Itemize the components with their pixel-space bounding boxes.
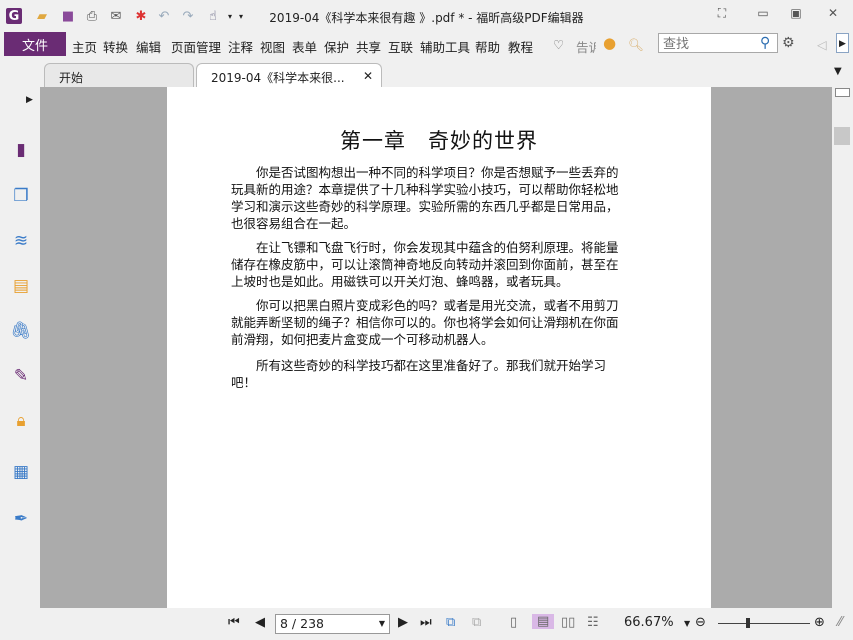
gear-icon[interactable]: ⚙ bbox=[782, 35, 795, 51]
paragraph: 在让飞镖和飞盘飞行时，你会发现其中蕴含的伯努利原理。将能量 储存在橡皮筋中，可以… bbox=[231, 239, 651, 290]
zoom-out-icon[interactable]: ⊖ bbox=[695, 615, 706, 630]
expand-panel-icon[interactable]: ▶ bbox=[26, 95, 33, 105]
text-line: 上坡时也是如此。用磁铁可以开关灯泡、蜂鸣器，或者玩具。 bbox=[231, 274, 569, 289]
zoom-slider-thumb[interactable] bbox=[746, 618, 750, 628]
menu-edit[interactable]: 编辑 bbox=[136, 37, 161, 56]
text-line: 玩具新的用途？本章提供了十几种科学实验小技巧，可以帮助你轻松地 bbox=[231, 182, 619, 197]
next-page-icon[interactable]: ▶ bbox=[398, 615, 408, 630]
tab-document[interactable]: 2019-04《科学本来很... ✕ bbox=[196, 63, 382, 87]
heart-icon[interactable]: ● bbox=[603, 34, 616, 52]
facing-pages-icon[interactable]: ▯▯ bbox=[561, 615, 575, 630]
next-view-icon[interactable]: ⧉ bbox=[472, 615, 481, 630]
menu-comment[interactable]: 注释 bbox=[228, 37, 253, 56]
last-page-icon[interactable]: ⏭ bbox=[420, 615, 432, 630]
scroll-right-icon[interactable]: ▶ bbox=[836, 33, 849, 53]
text-line: 在让飞镖和飞盘飞行时，你会发现其中蕴含的伯努利原理。将能量 bbox=[231, 240, 619, 255]
file-menu-button[interactable]: 文件 bbox=[4, 32, 66, 56]
page-number-input[interactable]: 8 / 238 ▼ bbox=[275, 614, 390, 634]
menu-protect[interactable]: 保护 bbox=[324, 37, 349, 56]
scroll-left-icon[interactable]: ◁ bbox=[817, 37, 827, 52]
menu-share[interactable]: 共享 bbox=[356, 37, 381, 56]
menu-form[interactable]: 表单 bbox=[292, 37, 317, 56]
close-button[interactable]: ✕ bbox=[822, 6, 844, 22]
zoom-slider[interactable] bbox=[718, 623, 810, 624]
zoom-in-icon[interactable]: ⊕ bbox=[814, 615, 825, 630]
comments-icon[interactable]: ▤ bbox=[10, 275, 32, 297]
lightbulb-icon: ♡ bbox=[553, 37, 565, 52]
menu-convert[interactable]: 转换 bbox=[103, 37, 128, 56]
paragraph: 所有这些奇妙的科学技巧都在这里准备好了。那我们就开始学习 吧！ bbox=[231, 357, 651, 391]
text-line: 所有这些奇妙的科学技巧都在这里准备好了。那我们就开始学习 bbox=[231, 358, 607, 373]
tab-label: 开始 bbox=[59, 71, 84, 85]
paragraph: 你是否试图构想出一种不同的科学项目？你是否想赋予一些丢弃的 玩具新的用途？本章提… bbox=[231, 164, 651, 232]
menu-help[interactable]: 帮助 bbox=[475, 37, 500, 56]
attachment-icon[interactable]: 🖇︎ bbox=[10, 320, 32, 342]
layers-icon[interactable]: ≋ bbox=[10, 230, 32, 252]
menu-connect[interactable]: 互联 bbox=[388, 37, 413, 56]
page-number-value: 8 / 238 bbox=[280, 616, 324, 631]
paragraph: 你可以把黑白照片变成彩色的吗？或者是用光交流，或者不用剪刀 就能弄断坚韧的绳子？… bbox=[231, 297, 651, 348]
menu-home[interactable]: 主页 bbox=[72, 37, 97, 56]
previous-view-icon[interactable]: ⧉ bbox=[446, 615, 455, 630]
resize-grip-icon[interactable]: ⁄⁄ bbox=[838, 615, 842, 630]
text-line: 就能弄断坚韧的绳子？相信你可以的。你也将学会如何让滑翔机在你面 bbox=[231, 315, 619, 330]
close-tab-icon[interactable]: ✕ bbox=[363, 69, 373, 83]
lock-icon[interactable]: 🔒︎ bbox=[10, 410, 32, 432]
chevron-down-icon[interactable]: ▼ bbox=[379, 619, 385, 628]
tell-me-label[interactable]: 告诉 bbox=[576, 37, 596, 56]
tab-start[interactable]: 开始 bbox=[44, 63, 194, 87]
tab-label: 2019-04《科学本来很... bbox=[211, 71, 345, 85]
text-line: 你可以把黑白照片变成彩色的吗？或者是用光交流，或者不用剪刀 bbox=[231, 298, 619, 313]
fullscreen-icon[interactable]: ⛶ bbox=[711, 6, 733, 22]
vertical-scrollbar[interactable] bbox=[832, 87, 853, 608]
zoom-dropdown-icon[interactable]: ▼ bbox=[684, 619, 690, 628]
menu-tutorial[interactable]: 教程 bbox=[508, 37, 533, 56]
scroll-up-icon[interactable] bbox=[835, 88, 850, 97]
maximize-button[interactable]: ▣ bbox=[785, 6, 807, 22]
menu-view[interactable]: 视图 bbox=[260, 37, 285, 56]
menu-accessibility[interactable]: 辅助工具 bbox=[420, 37, 470, 56]
search-icon[interactable]: ⚲ bbox=[760, 35, 770, 51]
text-line: 储存在橡皮筋中，可以让滚筒神奇地反向转动并滚回到你面前，甚至在 bbox=[231, 257, 619, 272]
chapter-heading: 第一章 奇妙的世界 bbox=[340, 129, 538, 153]
scrollbar-thumb[interactable] bbox=[834, 127, 850, 145]
menu-page-management[interactable]: 页面管理 bbox=[171, 37, 221, 56]
pdf-page: 第一章 奇妙的世界 你是否试图构想出一种不同的科学项目？你是否想赋予一些丢弃的 … bbox=[167, 87, 711, 608]
page-thumbnail-icon[interactable]: ▮ bbox=[10, 139, 32, 161]
continuous-page-icon[interactable]: ▤ bbox=[532, 614, 555, 629]
title-bar: G ▰ ■ ⎙ ✉ ✱ ↶ ↷ ☝ ▾ ▾ 2019-04《科学本来很有趣 》.… bbox=[0, 0, 853, 32]
navigation-sidebar: ▶ ▮ ❐ ≋ ▤ 🖇︎ ✎ 🔒︎ ▦ ✒ bbox=[0, 87, 40, 608]
form-fields-icon[interactable]: ▦ bbox=[10, 461, 32, 483]
folder-search-icon[interactable]: 🔍︎ bbox=[628, 37, 644, 53]
text-line: 也很容易组合在一起。 bbox=[231, 216, 357, 231]
previous-page-icon[interactable]: ◀ bbox=[255, 615, 265, 630]
single-page-icon[interactable]: ▯ bbox=[510, 615, 517, 630]
text-line: 学习和演示这些奇妙的科学原理。实验所需的东西几乎都是日常用品， bbox=[231, 199, 619, 214]
signature-icon[interactable]: ✎ bbox=[10, 365, 32, 387]
minimize-button[interactable]: ▭ bbox=[752, 6, 774, 22]
text-line: 前滑翔，如何把麦片盒变成一个可移动机器人。 bbox=[231, 332, 494, 347]
zoom-level[interactable]: 66.67% bbox=[624, 615, 674, 630]
text-line: 吧！ bbox=[231, 375, 257, 390]
tab-list-icon[interactable]: ▼ bbox=[834, 66, 842, 77]
text-line: 你是否试图构想出一种不同的科学项目？你是否想赋予一些丢弃的 bbox=[231, 165, 619, 180]
continuous-facing-icon[interactable]: ☷ bbox=[587, 615, 599, 630]
first-page-icon[interactable]: ⏮ bbox=[228, 615, 240, 630]
certify-icon[interactable]: ✒ bbox=[10, 508, 32, 530]
pages-icon[interactable]: ❐ bbox=[10, 185, 32, 207]
